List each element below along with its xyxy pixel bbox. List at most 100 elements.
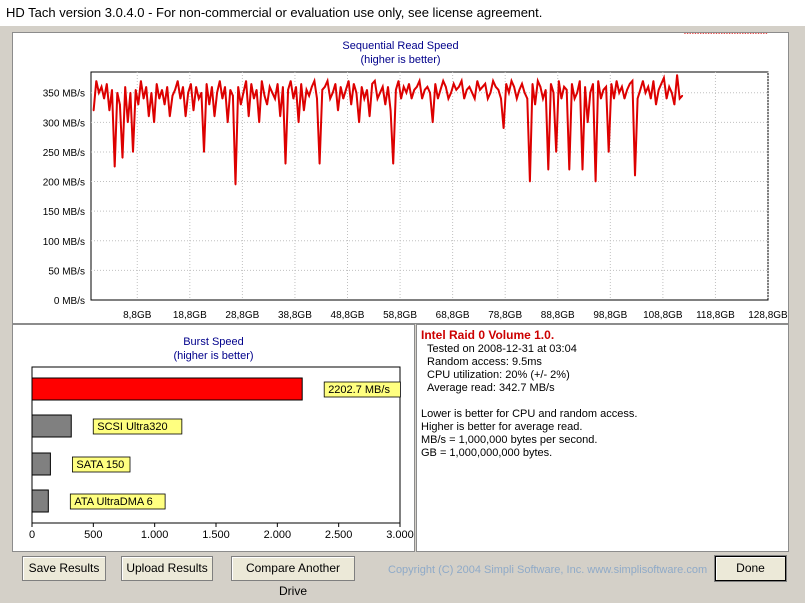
- x-tick-label: 28,8GB: [225, 310, 259, 321]
- x-tick-label: 88,8GB: [541, 310, 575, 321]
- read-speed-point: [418, 80, 421, 82]
- note-mbs: MB/s = 1,000,000 bytes per second.: [421, 434, 598, 446]
- x-tick-label: 8,8GB: [123, 310, 152, 321]
- burst-x-tick-label: 1.000: [141, 529, 169, 541]
- read-speed-point: [734, 33, 736, 34]
- read-speed-point: [274, 97, 276, 100]
- read-speed-point: [437, 97, 439, 100]
- read-speed-point: [303, 109, 305, 112]
- read-speed-point: [644, 91, 647, 94]
- read-speed-point: [355, 91, 358, 94]
- read-speed-point: [526, 97, 529, 100]
- read-speed-point: [573, 97, 576, 100]
- read-speed-point: [237, 86, 239, 88]
- read-speed-point: [660, 83, 663, 85]
- x-tick-label: 58,8GB: [383, 310, 417, 321]
- burst-speed-chart: 0 500 1.000 1.500 2.000 2.500 3.000 2202.7 MB/s…: [29, 366, 414, 541]
- read-speed-point: [108, 109, 111, 112]
- read-speed-point: [692, 33, 694, 34]
- done-button[interactable]: Done: [714, 555, 787, 582]
- read-speed-point: [673, 103, 676, 106]
- read-speed-point: [334, 83, 337, 85]
- read-speed-point: [686, 33, 689, 34]
- burst-bar: [31, 489, 49, 513]
- read-speed-point: [502, 127, 505, 130]
- read-speed-point: [523, 91, 526, 94]
- read-speed-point: [568, 168, 571, 171]
- read-speed-point: [379, 91, 381, 94]
- read-speed-point: [271, 91, 274, 94]
- read-speed-point: [253, 97, 255, 100]
- read-speed-point: [381, 86, 384, 88]
- read-speed-point: [663, 77, 665, 79]
- read-speed-point: [597, 80, 600, 82]
- read-speed-point: [208, 103, 211, 106]
- read-speed-point: [148, 115, 150, 118]
- read-speed-point: [715, 33, 718, 34]
- read-speed-point: [98, 91, 100, 94]
- average-read: Average read: 342.7 MB/s: [427, 382, 555, 394]
- read-speed-point: [224, 86, 226, 88]
- read-speed-point: [169, 115, 171, 118]
- read-speed-point: [552, 91, 555, 94]
- read-speed-point: [720, 33, 723, 34]
- read-speed-point: [155, 83, 158, 85]
- read-speed-point: [363, 97, 366, 100]
- read-speed-point: [434, 83, 437, 85]
- read-speed-point: [626, 88, 628, 91]
- read-speed-point: [266, 103, 268, 106]
- read-speed-point: [671, 91, 673, 94]
- read-speed-point: [649, 97, 652, 100]
- read-speed-point: [429, 91, 431, 94]
- read-speed-point: [463, 97, 465, 100]
- read-speed-point: [621, 86, 623, 88]
- read-speed-point: [153, 121, 155, 124]
- read-speed-point: [129, 91, 132, 94]
- read-speed-point: [176, 80, 179, 82]
- read-speed-point: [710, 33, 713, 34]
- read-speed-point: [358, 121, 360, 124]
- read-speed-point: [586, 121, 589, 124]
- read-speed-point: [513, 86, 515, 88]
- read-speed-point: [450, 91, 452, 94]
- upload-results-button[interactable]: Upload Results: [121, 556, 213, 581]
- burst-bar: [31, 377, 303, 401]
- burst-bar-label: SCSI Ultra320: [97, 421, 167, 433]
- read-speed-point: [668, 86, 670, 88]
- read-speed-point: [515, 97, 518, 100]
- read-speed-point: [416, 86, 418, 88]
- read-speed-point: [618, 91, 621, 94]
- read-speed-point: [187, 91, 190, 94]
- read-speed-point: [613, 97, 615, 100]
- read-speed-point: [150, 91, 153, 94]
- read-speed-point: [471, 91, 473, 94]
- read-speed-point: [374, 80, 376, 82]
- compare-another-drive-button[interactable]: Compare Another Drive: [231, 556, 355, 598]
- read-speed-point: [240, 103, 242, 106]
- read-speed-point: [589, 91, 592, 94]
- read-speed-point: [723, 33, 726, 34]
- read-speed-point: [508, 91, 510, 94]
- read-speed-point: [297, 121, 300, 124]
- read-speed-point: [466, 88, 468, 91]
- read-speed-point: [310, 86, 313, 88]
- drive-info-panel: Intel Raid 0 Volume 1.0. Tested on 2008-…: [416, 324, 789, 552]
- save-results-button[interactable]: Save Results: [22, 556, 106, 581]
- read-speed-point: [213, 115, 216, 118]
- x-tick-label: 78,8GB: [488, 310, 522, 321]
- read-speed-point: [458, 86, 460, 88]
- read-speed-point: [321, 88, 324, 91]
- burst-bar-label: SATA 150: [76, 459, 124, 471]
- read-speed-point: [628, 83, 631, 85]
- copyright-text: Copyright (C) 2004 Simpli Software, Inc.…: [388, 564, 708, 576]
- read-speed-point: [211, 86, 213, 88]
- read-speed-point: [521, 83, 523, 85]
- read-speed-point: [699, 33, 702, 34]
- read-speed-point: [190, 83, 192, 85]
- read-speed-point: [681, 94, 684, 97]
- read-speed-point: [676, 74, 678, 76]
- read-speed-point: [607, 151, 610, 153]
- note-average: Higher is better for average read.: [421, 421, 583, 433]
- burst-speed-panel: Burst Speed (higher is better) 0 500 1.000…: [12, 324, 415, 552]
- read-speed-point: [329, 97, 331, 100]
